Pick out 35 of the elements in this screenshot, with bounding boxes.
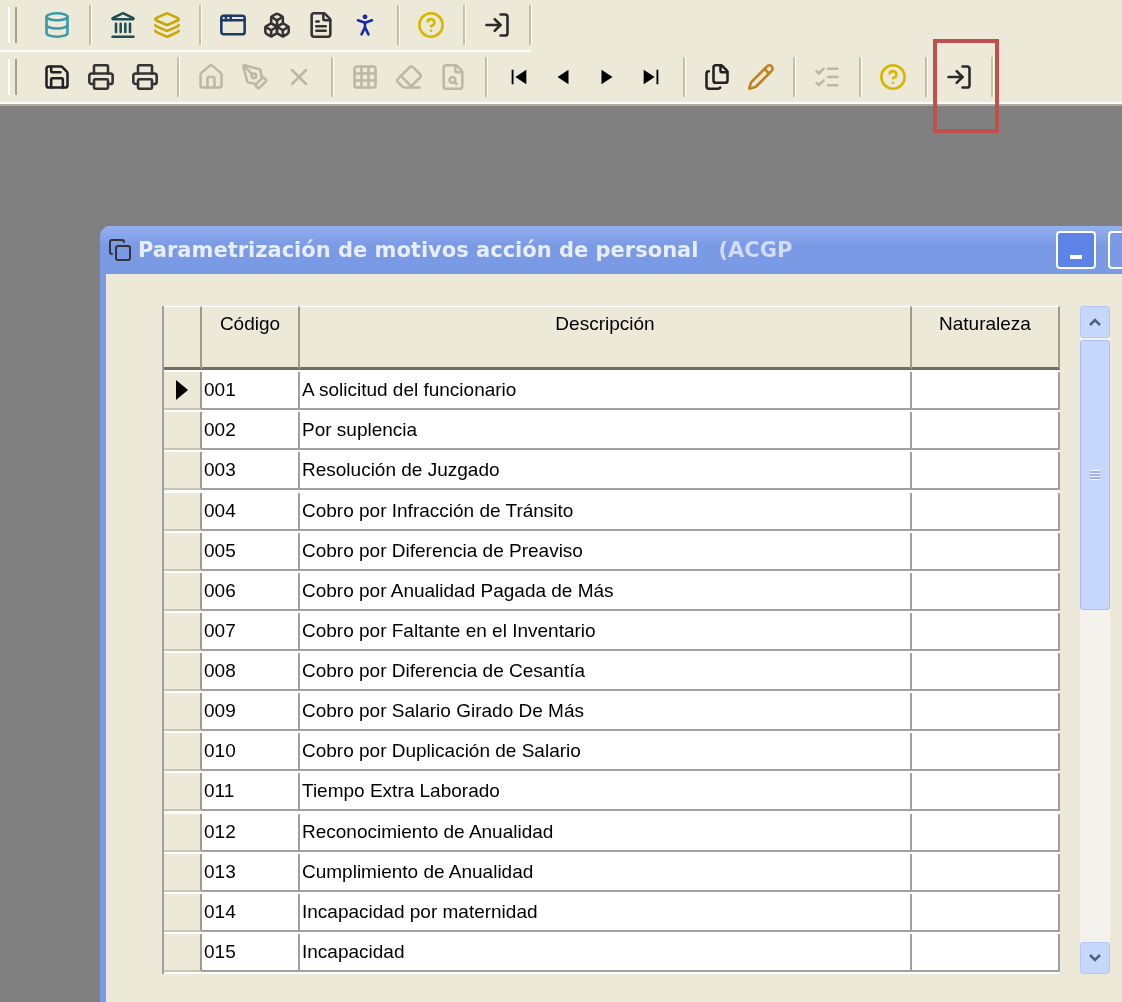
description-cell: Resolución de Juzgado [300, 452, 912, 491]
code-cell: 009 [202, 693, 300, 732]
column-header[interactable]: Código [202, 306, 300, 370]
description-cell: Cumplimiento de Anualidad [300, 853, 912, 892]
code-cell: 005 [202, 532, 300, 571]
description-cell: Cobro por Faltante en el Inventario [300, 612, 912, 651]
code-cell: 015 [202, 933, 300, 972]
description-cell: Cobro por Diferencia de Preaviso [300, 532, 912, 571]
window-title-suffix: (ACGP [718, 238, 793, 262]
description-cell: Cobro por Duplicación de Salario [300, 733, 912, 772]
description-cell: Incapacidad [300, 933, 912, 972]
code-cell: 007 [202, 612, 300, 651]
description-cell: Incapacidad por maternidad [300, 893, 912, 932]
description-cell: Por suplencia [300, 412, 912, 451]
column-header[interactable]: Naturaleza [912, 306, 1060, 370]
code-cell: 004 [202, 492, 300, 531]
column-header[interactable]: Descripción [300, 306, 912, 370]
window-title: Parametrización de motivos acción de personal [138, 238, 699, 262]
description-cell: A solicitud del funcionario [300, 372, 912, 411]
description-cell: Cobro por Salario Girado De Más [300, 693, 912, 732]
code-cell: 012 [202, 813, 300, 852]
code-cell: 001 [202, 372, 300, 411]
code-cell: 013 [202, 853, 300, 892]
code-cell: 011 [202, 773, 300, 812]
code-cell: 003 [202, 452, 300, 491]
code-cell: 006 [202, 572, 300, 611]
description-cell: Tiempo Extra Laborado [300, 773, 912, 812]
description-cell: Cobro por Infracción de Tránsito [300, 492, 912, 531]
code-cell: 010 [202, 733, 300, 772]
description-cell: Cobro por Anualidad Pagada de Más [300, 572, 912, 611]
code-cell: 008 [202, 653, 300, 691]
code-cell: 014 [202, 893, 300, 932]
description-cell: Cobro por Diferencia de Cesantía [300, 653, 912, 691]
code-cell: 002 [202, 412, 300, 451]
description-cell: Reconocimiento de Anualidad [300, 813, 912, 852]
